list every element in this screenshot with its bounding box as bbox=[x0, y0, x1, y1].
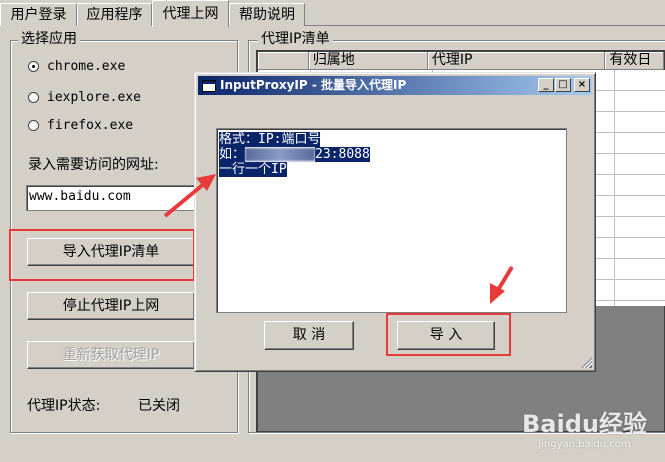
refetch-proxy-button[interactable]: 重新获取代理IP bbox=[27, 341, 195, 369]
app-radio-label: chrome.exe bbox=[47, 58, 126, 74]
radio-icon bbox=[28, 119, 39, 131]
proxy-ip-textarea[interactable]: 格式：IP:端口号 如： 23:8088 一行一个IP bbox=[216, 128, 567, 313]
watermark-url: jingyan.baidu.com bbox=[538, 439, 631, 450]
app-radio-chrome[interactable]: chrome.exe bbox=[28, 58, 125, 74]
tab-user-login[interactable]: 用户登录 bbox=[0, 3, 77, 26]
radio-selected-icon bbox=[28, 60, 39, 72]
minimize-icon[interactable]: _ bbox=[538, 78, 554, 92]
app-radio-iexplore[interactable]: iexplore.exe bbox=[28, 89, 141, 105]
tab-applications[interactable]: 应用程序 bbox=[77, 3, 152, 26]
redacted-ip bbox=[245, 148, 316, 161]
grid-line bbox=[614, 70, 615, 306]
stop-proxy-button[interactable]: 停止代理IP上网 bbox=[27, 292, 195, 320]
proxy-status-label: 代理IP状态: bbox=[27, 398, 101, 414]
proxy-list-group-title: 代理IP清单 bbox=[258, 31, 333, 47]
dialog-title: InputProxyIP - 批量导入代理IP bbox=[220, 78, 407, 92]
memo-line-format: 格式：IP:端口号 bbox=[219, 132, 321, 147]
url-input[interactable]: www.baidu.com bbox=[26, 185, 204, 211]
tab-proxy-internet[interactable]: 代理上网 bbox=[152, 0, 229, 27]
app-window-icon bbox=[202, 79, 216, 92]
close-icon[interactable]: × bbox=[574, 78, 590, 92]
app-radio-label: firefox.exe bbox=[47, 117, 134, 133]
tab-strip: 用户登录 应用程序 代理上网 帮助说明 bbox=[0, 0, 665, 27]
column-header-location[interactable]: 归属地 bbox=[308, 52, 428, 70]
maximize-icon[interactable]: □ bbox=[555, 78, 571, 92]
baidu-jingyan-watermark: Baidu经验 jingyan.baidu.com bbox=[522, 404, 647, 450]
tab-help[interactable]: 帮助说明 bbox=[229, 3, 305, 26]
proxy-list-header: 归属地 代理IP 有效日 bbox=[258, 52, 664, 70]
url-label: 录入需要访问的网址: bbox=[28, 157, 159, 173]
watermark-brand: Baidu经验 bbox=[522, 410, 647, 438]
column-header-proxy-ip[interactable]: 代理IP bbox=[427, 52, 606, 70]
cancel-button[interactable]: 取 消 bbox=[264, 321, 354, 350]
memo-line-one-per-line: 一行一个IP bbox=[219, 162, 287, 177]
window-controls: _ □ × bbox=[537, 78, 590, 92]
highlight-box bbox=[9, 229, 195, 281]
app-radio-firefox[interactable]: firefox.exe bbox=[28, 117, 133, 133]
import-proxy-dialog: InputProxyIP - 批量导入代理IP _ □ × 格式：IP:端口号 … bbox=[194, 72, 596, 372]
memo-line-example-suffix: 23:8088 bbox=[315, 147, 370, 162]
column-header-valid-date[interactable]: 有效日 bbox=[605, 52, 664, 70]
select-app-group-title: 选择应用 bbox=[18, 31, 80, 47]
highlight-box bbox=[386, 313, 511, 356]
memo-line-example-prefix: 如： bbox=[219, 147, 246, 162]
proxy-status-value: 已关闭 bbox=[138, 398, 180, 414]
resize-grip-icon[interactable] bbox=[580, 356, 592, 368]
app-radio-label: iexplore.exe bbox=[47, 89, 141, 105]
dialog-titlebar[interactable]: InputProxyIP - 批量导入代理IP _ □ × bbox=[198, 76, 592, 95]
radio-icon bbox=[28, 91, 39, 103]
column-header[interactable] bbox=[258, 52, 309, 70]
